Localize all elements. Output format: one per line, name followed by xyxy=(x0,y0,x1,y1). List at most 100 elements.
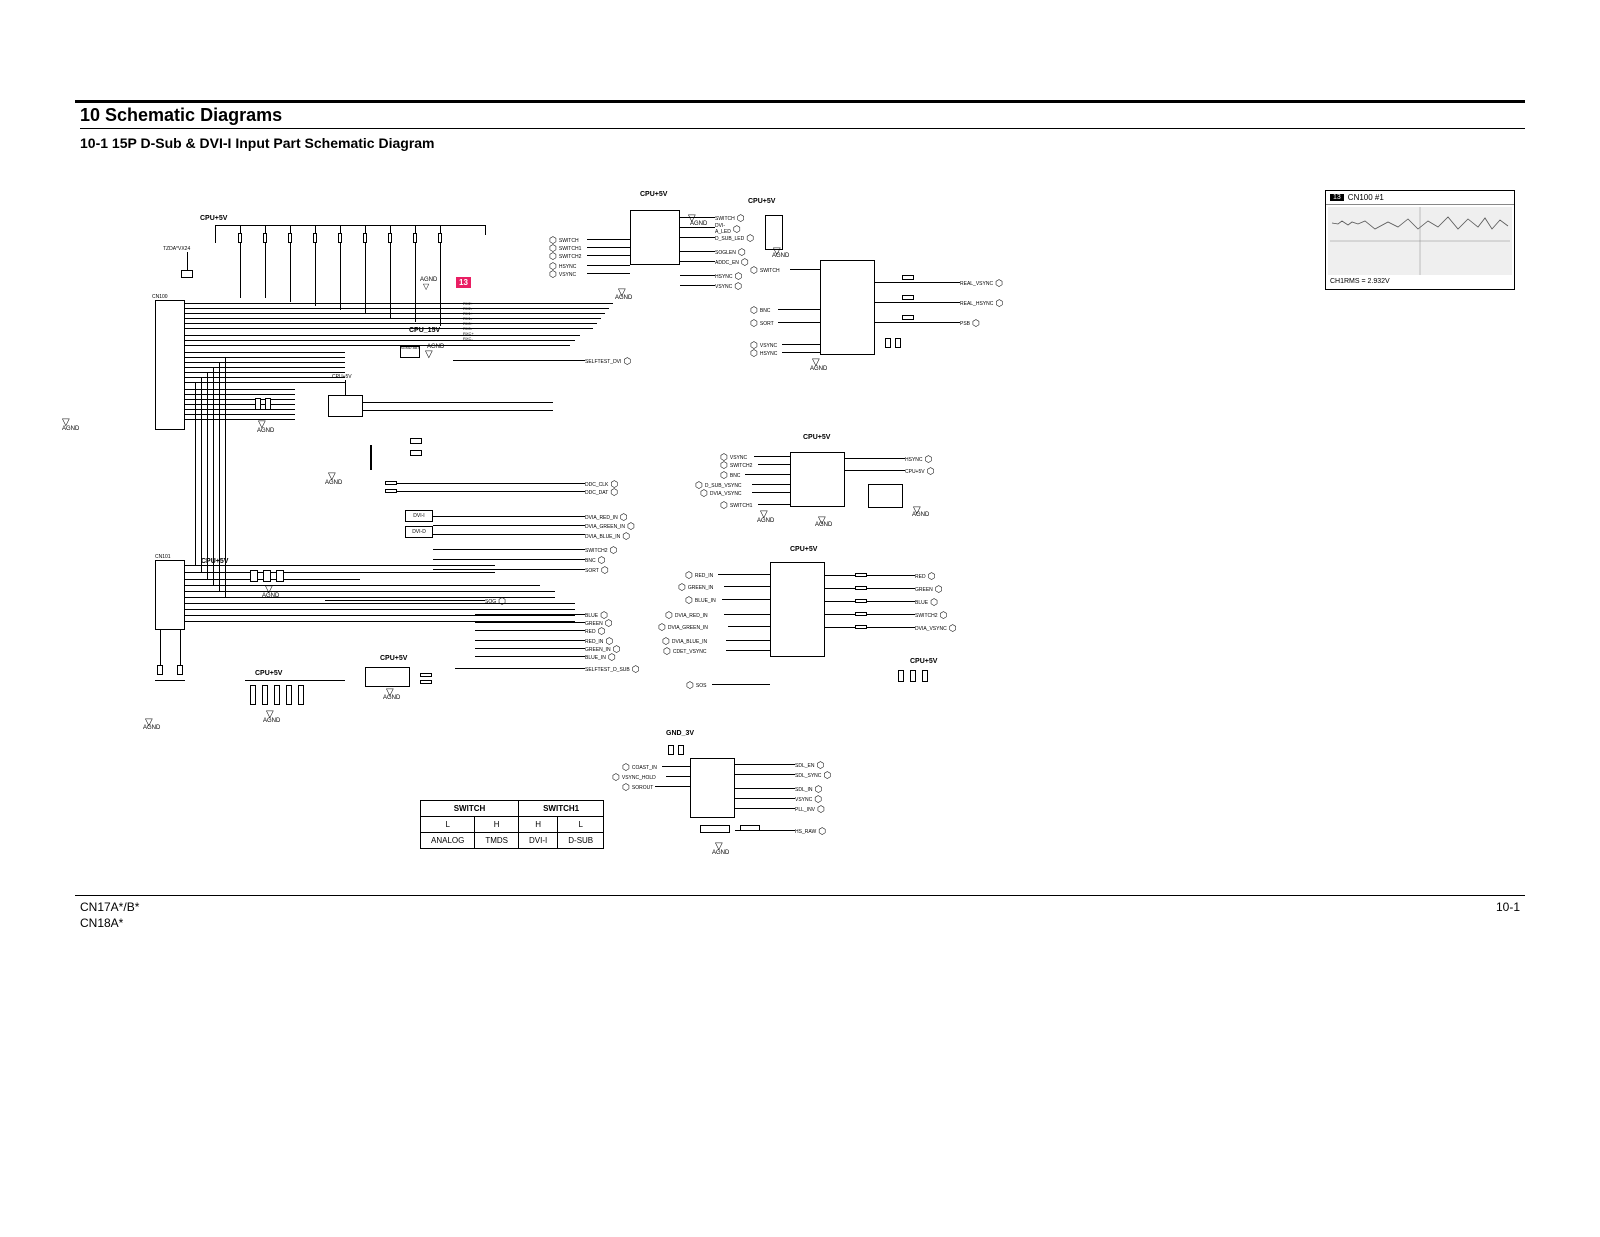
net-sdl-sync: SDL_SYNC xyxy=(795,770,831,781)
footer-rule xyxy=(75,895,1525,896)
net-real-vsync: REAL_VSYNC xyxy=(960,278,1003,289)
oscilloscope-title: CN100 #1 xyxy=(1348,193,1384,202)
net-red-out: RED xyxy=(915,571,935,582)
gnd-icon-r4: ▽ xyxy=(715,842,723,852)
dvi-d-label: DVI-D xyxy=(405,526,433,538)
ic-ddc xyxy=(328,395,363,417)
switch-cell: L xyxy=(558,817,604,833)
label-tzda: TZDA*VX24 xyxy=(163,246,190,252)
switch-cell: H xyxy=(475,817,519,833)
net-real-hsync: REAL_HSYNC xyxy=(960,298,1003,309)
net-selftest-dvi: SELFTEST_DVI xyxy=(585,356,631,367)
ic-r3 xyxy=(770,562,825,657)
gnd-icon-6: ▽ xyxy=(328,472,336,482)
footer-page: 10-1 xyxy=(1496,900,1520,914)
switch-cell: D-SUB xyxy=(558,833,604,849)
label-cn100: CN100 xyxy=(152,294,168,300)
net-hsync1-r2: HSYNC xyxy=(905,454,932,465)
gnd-icon-9: ▽ xyxy=(386,688,394,698)
rail-cpu5v-1: CPU+5V xyxy=(200,215,227,222)
switch-header-1: SWITCH xyxy=(421,801,519,817)
label-cpu5v-3: CPU+5V xyxy=(332,374,352,380)
rail-cpu5v-3: CPU+5V xyxy=(255,670,282,677)
gnd-icon-7: ▽ xyxy=(265,585,273,595)
net-cdet-vsync-r3: CDET_VSYNC xyxy=(663,646,708,657)
rail-cpu5v-r1: CPU+5V xyxy=(748,198,775,205)
rail-cpu5v-r3: CPU+5V xyxy=(790,546,817,553)
net-ddc-dat: DDC_DAT xyxy=(585,487,618,498)
net-hs-raw: HS_RAW xyxy=(795,826,826,837)
oscilloscope-waveform-icon xyxy=(1328,207,1512,275)
oscilloscope-reading: CH1RMS = 2.932V xyxy=(1326,277,1514,286)
rail-gnd3v: GND_3V xyxy=(666,730,694,737)
net-blue-in: BLUE_IN xyxy=(585,652,616,663)
ic-tzda xyxy=(868,484,903,508)
gnd-icon-sw: ▽ xyxy=(618,288,626,298)
net-blue-in-r3: BLUE_IN xyxy=(685,595,718,606)
ic-r2 xyxy=(790,452,845,507)
gnd-icon-3: ▽ xyxy=(145,718,153,728)
label-cn101: CN101 xyxy=(155,554,171,560)
net-dvia-red-r3: DVIA_RED_IN xyxy=(665,610,710,621)
net-sog: SOG xyxy=(485,596,506,607)
ic-r1a xyxy=(765,215,783,250)
section-header: 10 Schematic Diagrams xyxy=(80,105,1525,129)
gnd-icon-r2: ▽ xyxy=(760,510,768,520)
dvi-i-label: DVI-I xyxy=(405,510,433,522)
net-sort-ml: SORT xyxy=(585,565,609,576)
connector-cn100 xyxy=(155,300,185,430)
switch-cell: TMDS xyxy=(475,833,519,849)
ic-bottom xyxy=(365,667,410,687)
gnd-icon-2: ▽ xyxy=(425,350,433,360)
ic-r1b xyxy=(820,260,875,355)
gnd-icon: ▽ xyxy=(423,283,429,291)
net-sorout-r4: SOROUT xyxy=(622,782,655,793)
net-green-out: GREEN xyxy=(915,584,943,595)
bus-labels-r: RX2+RX2-RX1+RX1-RX0+RX0-RXC+RXC- xyxy=(463,301,474,341)
net-sort: SORT xyxy=(750,318,776,329)
net-dvia-blue: DVIA_BLUE_IN xyxy=(585,531,630,542)
gnd-icon-8: ▽ xyxy=(266,710,274,720)
footer-model-1: CN17A*/B* xyxy=(80,900,139,914)
connector-cn101 xyxy=(155,560,185,630)
gnd-icon-r1b: ▽ xyxy=(812,358,820,368)
switch-cell: DVI-I xyxy=(519,833,558,849)
sub-header: 10-1 15P D-Sub & DVI-I Input Part Schema… xyxy=(80,135,435,151)
net-blue-out: BLUE xyxy=(915,597,938,608)
ic-r4 xyxy=(690,758,735,818)
net-red-in-r3: RED_IN xyxy=(685,570,715,581)
net-cpu5v-r2o: CPU+5V xyxy=(905,466,934,477)
net-dvia-green-r3: DVIA_GREEN_IN xyxy=(658,622,710,633)
ic-mid xyxy=(370,445,372,470)
gnd-icon-r2c: ▽ xyxy=(818,516,826,526)
net-switch-r: SWITCH xyxy=(750,265,782,276)
net-vsync-in: VSYNC xyxy=(549,269,578,280)
switch-cell: H xyxy=(519,817,558,833)
rail-cpu5v-r2: CPU+5V xyxy=(803,434,830,441)
net-psb: PSB xyxy=(960,318,980,329)
net-switch2-r3: SWITCH2 xyxy=(915,610,947,621)
oscilloscope-badge: 13 xyxy=(1330,194,1344,201)
gnd-icon-4: ▽ xyxy=(62,418,70,428)
gnd-icon-r1: ▽ xyxy=(773,247,781,257)
net-green-in-r3: GREEN_IN xyxy=(678,582,715,593)
gnd-icon-r2b: ▽ xyxy=(913,506,921,516)
oscilloscope-header: 13 CN100 #1 xyxy=(1326,191,1514,205)
net-hsync-r1: HSYNC xyxy=(750,348,779,359)
oscilloscope-screen xyxy=(1328,207,1512,275)
top-rule xyxy=(75,100,1525,103)
footer-model-2: CN18A* xyxy=(80,916,123,930)
gnd-icon-5: ▽ xyxy=(258,420,266,430)
net-pll-inv: PLL_INV xyxy=(795,804,825,815)
label-agnd-ic: AGND 887 xyxy=(400,345,419,350)
schematic-right: CPU+5V AGND ▽ SWITCH BNC SORT VSYNC HSYN… xyxy=(630,190,1030,870)
switch-table: SWITCH SWITCH1 L H H L ANALOG TMDS DVI-I… xyxy=(420,800,604,849)
switch-cell: L xyxy=(421,817,475,833)
oscilloscope-box: 13 CN100 #1 CH1RMS = 2.932V xyxy=(1325,190,1515,290)
switch-cell: ANALOG xyxy=(421,833,475,849)
rail-cpu5v-r3b: CPU+5V xyxy=(910,658,937,665)
net-dvia-vsync-r3: DVIA_VSYNC xyxy=(915,623,957,634)
net-dvia-vsync-r2: DVIA_VSYNC xyxy=(700,488,744,499)
rail-cpu5v-4: CPU+5V xyxy=(380,655,407,662)
switch-header-2: SWITCH1 xyxy=(519,801,604,817)
